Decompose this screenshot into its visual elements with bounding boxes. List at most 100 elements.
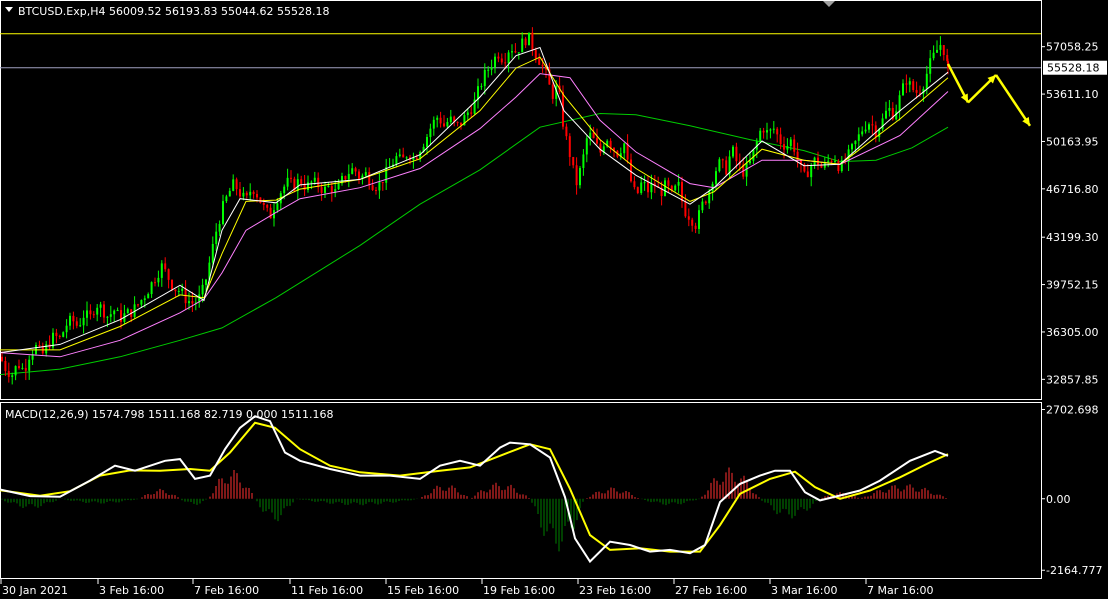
candle-body <box>351 168 354 174</box>
candle-body <box>677 181 680 186</box>
candle <box>732 145 734 159</box>
candle-body <box>497 56 500 59</box>
candle-body <box>752 149 755 161</box>
candle-body <box>487 69 490 71</box>
candle-body <box>511 51 513 53</box>
candle-body <box>239 189 241 197</box>
candle-body <box>358 171 360 179</box>
candle-body <box>888 107 891 111</box>
candle-body <box>898 95 901 112</box>
candle-body <box>99 304 102 308</box>
candle-body <box>18 366 20 369</box>
candle-body <box>337 183 340 190</box>
candle-body <box>21 367 24 369</box>
candle-body <box>942 45 945 55</box>
candle-body <box>687 216 690 220</box>
candle-body <box>38 345 41 347</box>
candle-body <box>551 84 554 99</box>
price-tick-label: 39752.15 <box>1046 279 1099 292</box>
candle-body <box>630 159 632 182</box>
candle-body <box>310 181 313 183</box>
candle <box>62 331 65 338</box>
time-tick-label: 15 Feb 16:00 <box>387 584 459 597</box>
macd-tick-label: -2164.777 <box>1046 564 1102 577</box>
candle-body <box>565 126 568 137</box>
candle-body <box>817 157 819 165</box>
candle-body <box>160 263 163 278</box>
candle-body <box>504 62 507 64</box>
time-tick-label: 11 Feb 16:00 <box>291 584 363 597</box>
candle-body <box>126 309 129 314</box>
candle-body <box>541 64 544 67</box>
candle-body <box>793 139 796 152</box>
candle-body <box>205 279 207 285</box>
macd-tick-label: 0.00 <box>1046 493 1071 506</box>
candle-body <box>718 159 721 172</box>
candle-body <box>300 179 303 184</box>
candle-body <box>167 269 170 280</box>
macd-header: MACD(12,26,9) 1574.798 1511.168 82.719 0… <box>5 408 333 421</box>
candle-body <box>381 181 384 183</box>
candle-body <box>715 171 717 184</box>
candle-body <box>871 124 874 126</box>
candle-body <box>701 201 704 211</box>
price-tick-label: 46716.80 <box>1046 183 1099 196</box>
candle-body <box>116 310 119 312</box>
candle-body <box>827 160 830 162</box>
candle-body <box>599 143 602 153</box>
candle-body <box>772 128 775 130</box>
candle-body <box>72 315 75 322</box>
candle-body <box>531 32 534 50</box>
candle-body <box>307 182 309 190</box>
trading-chart[interactable]: BTCUSD.Exp,H4 56009.52 56193.83 55044.62… <box>0 0 1108 599</box>
candle-body <box>140 300 143 305</box>
candle-body <box>936 49 938 53</box>
candle-body <box>806 171 809 178</box>
candle-body <box>443 123 445 127</box>
candle-body <box>721 159 724 161</box>
candle-body <box>851 144 853 150</box>
current-price-label: 55528.18 <box>1047 62 1100 75</box>
candle-body <box>854 140 857 145</box>
candle-body <box>106 316 109 318</box>
candle <box>528 32 530 46</box>
candle-body <box>769 129 772 131</box>
candle-body <box>313 177 316 182</box>
candle-body <box>211 243 214 263</box>
candle-body <box>371 185 374 190</box>
symbol-header: BTCUSD.Exp,H4 56009.52 56193.83 55044.62… <box>18 5 329 18</box>
candle-body <box>592 132 595 139</box>
candle-body <box>868 124 870 130</box>
candle-body <box>28 359 31 371</box>
candle-body <box>494 56 496 68</box>
candle-body <box>245 192 248 196</box>
candle-body <box>235 179 238 190</box>
candle-body <box>636 187 639 193</box>
time-tick-label: 7 Mar 16:00 <box>867 584 933 597</box>
candle-body <box>398 154 401 157</box>
candle-body <box>449 116 452 122</box>
candle-body <box>109 314 112 317</box>
candle-body <box>262 202 265 205</box>
candle-body <box>324 186 326 193</box>
candle-body <box>810 165 813 178</box>
candle-body <box>201 284 204 295</box>
candle-body <box>446 121 449 127</box>
candle-body <box>694 225 697 229</box>
candle-body <box>647 182 649 193</box>
candle-body <box>837 161 840 172</box>
candle-body <box>864 129 867 132</box>
candle-body <box>507 52 510 64</box>
candle-body <box>276 203 279 211</box>
candle-body <box>181 288 184 291</box>
candle-body <box>188 301 190 304</box>
candle-body <box>623 143 626 154</box>
candle-body <box>912 81 915 91</box>
candle-body <box>633 181 636 188</box>
candle-body <box>364 172 367 176</box>
candle-body <box>905 83 908 85</box>
candle-body <box>405 157 408 159</box>
candle-body <box>514 51 517 53</box>
candle-body <box>483 69 486 87</box>
candle-body <box>290 177 292 179</box>
